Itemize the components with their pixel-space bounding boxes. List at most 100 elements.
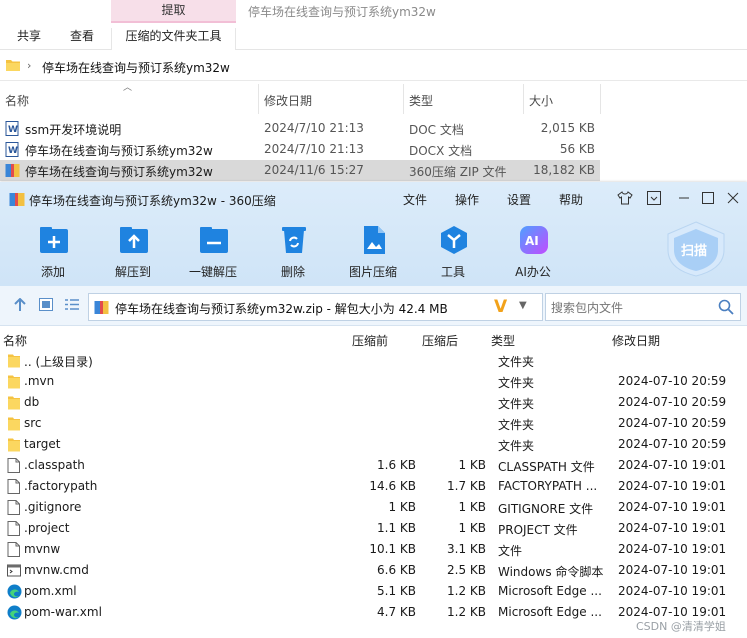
view-thumbnail-icon[interactable] (39, 298, 53, 314)
recycle-bin-icon (279, 226, 309, 254)
menu-help[interactable]: 帮助 (559, 191, 583, 208)
column-before-size[interactable]: 压缩前 (352, 332, 388, 349)
zip-file-row[interactable]: .classpath 1.6 KB 1 KB CLASSPATH 文件 2024-07-… (0, 455, 747, 476)
zip-window-title: 停车场在线查询与预订系统ym32w - 360压缩 (29, 194, 276, 208)
zip-file-row[interactable]: .mvn 文件夹 2024-07-10 20:59 (0, 371, 747, 392)
tab-view[interactable]: 查看 (70, 28, 94, 48)
breadcrumb-chevron-icon[interactable]: › (27, 59, 31, 72)
word-doc-icon: W (5, 121, 19, 139)
menu-dropdown-icon[interactable] (647, 191, 661, 209)
file-date: 2024/7/10 21:13 (264, 121, 364, 135)
up-arrow-icon[interactable] (13, 297, 27, 315)
zip-size-before: 1 KB (388, 500, 416, 514)
column-divider[interactable] (523, 84, 524, 114)
column-name[interactable]: 名称 (5, 92, 29, 109)
zip-file-type: 文件 (498, 544, 523, 558)
zip-file-row[interactable]: src 文件夹 2024-07-10 20:59 (0, 413, 747, 434)
maximize-icon[interactable] (702, 191, 714, 209)
zip-toolbar: 停车场在线查询与预订系统ym32w - 360压缩 文件 操作 设置 帮助 添加… (0, 182, 747, 286)
zip-file-row[interactable]: .. (上级目录) 文件夹 (0, 350, 747, 371)
folder-icon (5, 58, 21, 75)
column-divider[interactable] (600, 84, 601, 114)
zip-size-after: 1.2 KB (447, 584, 486, 598)
zip-file-name: mvnw (24, 542, 61, 556)
image-compress-button[interactable]: 图片压缩 (337, 222, 409, 282)
extract-to-button[interactable]: 解压到 (97, 222, 169, 282)
chevron-down-icon[interactable]: ▼ (519, 300, 527, 311)
context-tab-extract[interactable]: 提取 (111, 0, 236, 21)
zip-file-name: db (24, 395, 40, 409)
scan-button[interactable]: 扫描 (664, 220, 728, 278)
column-divider[interactable] (403, 84, 404, 114)
column-divider[interactable] (258, 84, 259, 114)
column-type[interactable]: 类型 (409, 92, 433, 109)
one-click-extract-icon (199, 226, 229, 254)
skin-shirt-icon[interactable] (617, 191, 633, 209)
column-after-size[interactable]: 压缩后 (422, 332, 458, 349)
zip-file-date: 2024-07-10 19:01 (618, 479, 727, 493)
address-path[interactable]: 停车场在线查询与预订系统ym32w (42, 59, 230, 76)
tools-button[interactable]: 工具 (417, 222, 489, 282)
verified-v-icon: V (494, 297, 508, 317)
close-icon[interactable] (727, 191, 739, 209)
search-icon[interactable] (718, 299, 734, 318)
column-date[interactable]: 修改日期 (612, 332, 660, 349)
zip-file-row[interactable]: mvnw.cmd 6.6 KB 2.5 KB Windows 命令脚本 2024-07-… (0, 560, 747, 581)
zip-file-row[interactable]: .project 1.1 KB 1 KB PROJECT 文件 2024-07-10 1… (0, 518, 747, 539)
file-size: 2,015 KB (540, 121, 595, 135)
zip-archive-icon (5, 163, 20, 181)
view-list-icon[interactable] (65, 298, 79, 314)
zip-window: 停车场在线查询与预订系统ym32w - 360压缩 文件 操作 设置 帮助 添加… (0, 182, 747, 638)
archive-path-box[interactable]: 停车场在线查询与预订系统ym32w.zip - 解包大小为 42.4 MB V … (88, 293, 543, 321)
zip-file-type: Microsoft Edge ... (498, 605, 602, 619)
zip-file-row[interactable]: mvnw 10.1 KB 3.1 KB 文件 2024-07-10 19:01 (0, 539, 747, 560)
zip-file-row[interactable]: target 文件夹 2024-07-10 20:59 (0, 434, 747, 455)
menu-operate[interactable]: 操作 (455, 191, 479, 208)
file-icon (7, 458, 20, 476)
file-date: 2024/11/6 15:27 (264, 163, 364, 177)
column-name[interactable]: 名称 (3, 332, 27, 349)
zip-size-after: 1 KB (458, 500, 486, 514)
tab-compressed-folder-tools[interactable]: 压缩的文件夹工具 (111, 28, 236, 50)
zip-file-type: 文件夹 (498, 355, 535, 369)
sort-ascending-icon: ︿ (123, 83, 133, 93)
delete-button[interactable]: 删除 (257, 222, 329, 282)
zip-file-type: 文件夹 (498, 439, 535, 453)
zip-file-name: mvnw.cmd (24, 563, 89, 577)
column-type[interactable]: 类型 (491, 332, 515, 349)
file-row-selected[interactable]: 停车场在线查询与预订系统ym32w 2024/11/6 15:27 360压缩 … (0, 160, 600, 181)
archive-search-input[interactable] (549, 298, 709, 317)
svg-text:W: W (8, 146, 18, 156)
zip-file-row[interactable]: .factorypath 14.6 KB 1.7 KB FACTORYPATH ...… (0, 476, 747, 497)
zip-file-row[interactable]: pom.xml 5.1 KB 1.2 KB Microsoft Edge ... 202… (0, 581, 747, 602)
file-icon (7, 542, 20, 560)
zip-file-row[interactable]: db 文件夹 2024-07-10 20:59 (0, 392, 747, 413)
menu-file[interactable]: 文件 (403, 191, 427, 208)
image-compress-icon (359, 226, 389, 254)
minimize-icon[interactable] (678, 191, 690, 209)
add-icon (39, 226, 69, 254)
zip-file-name: src (24, 416, 42, 430)
menu-settings[interactable]: 设置 (507, 191, 531, 208)
tab-share[interactable]: 共享 (17, 28, 41, 48)
zip-file-date: 2024-07-10 19:01 (618, 563, 727, 577)
column-size[interactable]: 大小 (529, 92, 553, 109)
file-row[interactable]: W 停车场在线查询与预订系统ym32w 2024/7/10 21:13 DOCX… (0, 139, 600, 160)
folder-icon (7, 437, 21, 455)
archive-search-box[interactable] (545, 293, 741, 321)
one-click-extract-button[interactable]: 一键解压 (177, 222, 249, 282)
zip-file-name: pom-war.xml (24, 605, 102, 619)
column-date[interactable]: 修改日期 (264, 92, 312, 109)
ai-office-button[interactable]: AI AI办公 (497, 222, 569, 282)
add-button[interactable]: 添加 (17, 222, 89, 282)
zip-file-row[interactable]: .gitignore 1 KB 1 KB GITIGNORE 文件 2024-07-10… (0, 497, 747, 518)
zip-file-date: 2024-07-10 19:01 (618, 458, 727, 472)
zip-size-before: 1.1 KB (377, 521, 416, 535)
address-bar[interactable]: › 停车场在线查询与预订系统ym32w (0, 53, 747, 81)
zip-file-type: 文件夹 (498, 376, 535, 390)
folder-icon (7, 353, 21, 371)
file-row[interactable]: W ssm开发环境说明 2024/7/10 21:13 DOC 文档 2,015… (0, 118, 600, 139)
zip-size-after: 1 KB (458, 458, 486, 472)
zip-file-row[interactable]: pom-war.xml 4.7 KB 1.2 KB Microsoft Edge ..… (0, 602, 747, 623)
edge-icon (7, 584, 22, 602)
